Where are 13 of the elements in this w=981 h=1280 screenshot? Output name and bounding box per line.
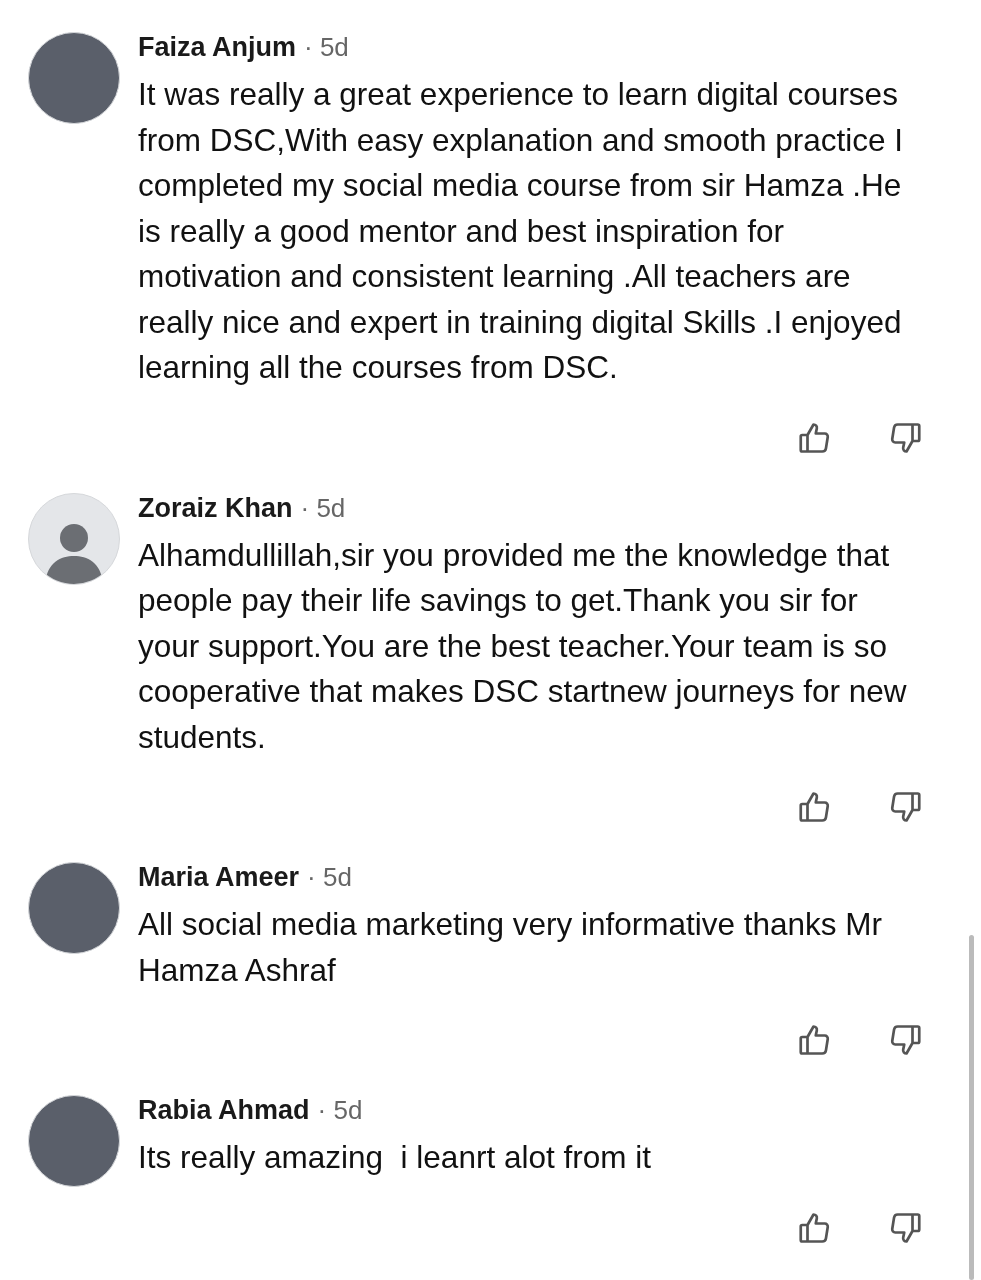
comment-time: · 5d	[317, 1095, 363, 1126]
author-name[interactable]: Rabia Ahmad	[138, 1095, 310, 1126]
comment-time: · 5d	[304, 32, 349, 63]
scrollbar[interactable]	[969, 935, 974, 1280]
comment-text: Alhamdullillah,sir you provided me the knowledge that people pay their life savings to get.Thank you sir for your support.You are the best teacher.Your team is so cooperative that makes DSC startnew journeys for new students.	[138, 535, 908, 757]
author-name[interactable]: Faiza Anjum	[138, 32, 297, 63]
author-name[interactable]: Zoraiz Khan	[138, 492, 293, 524]
comment-text: All social media marketing very informative thanks Mr Hamza Ashraf	[138, 905, 883, 990]
comment-time: · 5d	[300, 492, 346, 524]
comment-time: · 5d	[307, 862, 352, 893]
comment-text: It was really a great experience to learn digital courses from DSC,With easy explanation and smooth practice I completed my social media course from sir Hamza .He is really a good mentor and best inspiration for motivation and consistent learning .All teachers are really nice and expert in training digital Skills .I enjoyed learning all the courses from DSC.	[138, 75, 905, 387]
author-name[interactable]: Maria Ameer	[138, 862, 300, 893]
comment-text: Its really amazing i leanrt alot from it	[138, 1138, 652, 1177]
